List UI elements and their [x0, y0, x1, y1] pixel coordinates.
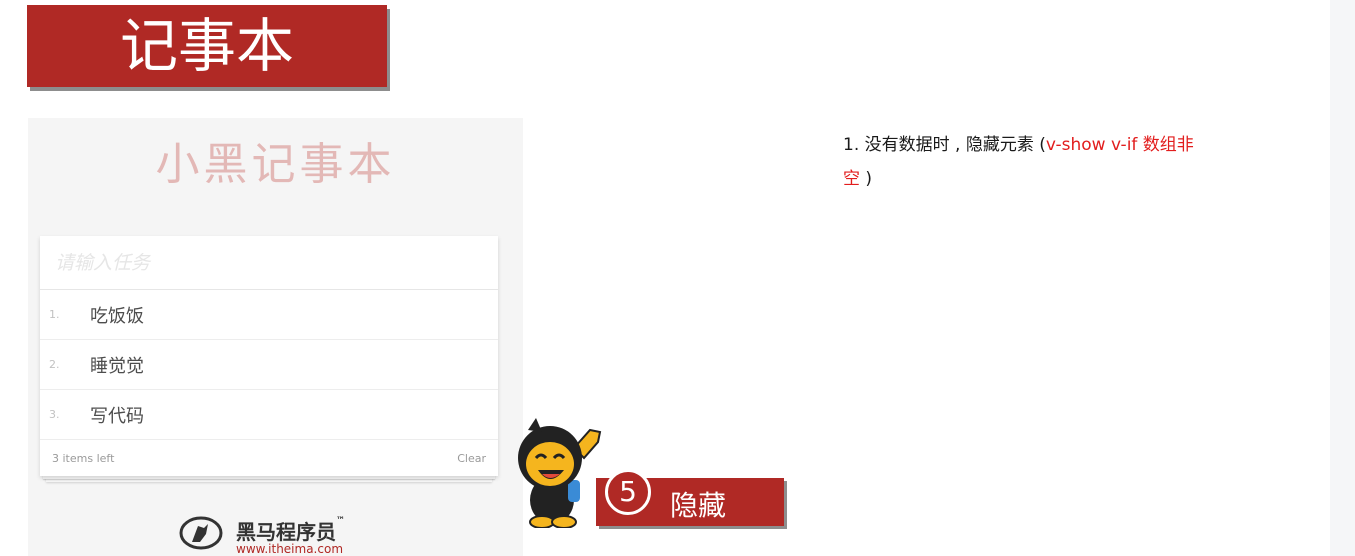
step-number-badge: 5 [605, 469, 651, 515]
note-highlight: v-show v-if 数组非 [1045, 135, 1194, 155]
todo-item[interactable]: 3. 写代码 [40, 390, 498, 440]
brand-horse-icon [179, 516, 223, 550]
todo-card: 1. 吃饭饭 2. 睡觉觉 3. 写代码 3 items left Clear [40, 236, 498, 476]
brand-name: 黑马程序员™ [236, 516, 345, 544]
right-scroll-gutter [1330, 0, 1355, 556]
note-suffix: ) [860, 169, 873, 189]
todo-footer: 3 items left Clear [40, 441, 498, 476]
items-left-count: 3 items left [52, 452, 115, 465]
new-task-input[interactable] [40, 236, 498, 290]
mascot-icon [518, 418, 602, 528]
note-prefix: 1. 没有数据时 , 隐藏元素 ( [843, 135, 1046, 155]
todo-index: 1. [49, 308, 60, 321]
todo-text: 写代码 [90, 405, 144, 427]
todo-item[interactable]: 1. 吃饭饭 [40, 290, 498, 340]
todo-item[interactable]: 2. 睡觉觉 [40, 340, 498, 390]
todo-index: 2. [49, 358, 60, 371]
clear-button[interactable]: Clear [457, 452, 486, 465]
brand-url: www.itheima.com [236, 542, 344, 556]
brand-logo: 黑马程序员™ www.itheima.com [178, 512, 378, 556]
app-heading: 小黑记事本 [155, 139, 396, 190]
todo-text: 睡觉觉 [90, 355, 144, 377]
todo-index: 3. [49, 408, 60, 421]
note-text: 1. 没有数据时 , 隐藏元素 (v-show v-if 数组非空 ) [843, 128, 1273, 196]
todo-app-screenshot: 小黑记事本 1. 吃饭饭 2. 睡觉觉 3. 写代码 3 items left … [28, 118, 523, 556]
todo-list: 1. 吃饭饭 2. 睡觉觉 3. 写代码 [40, 290, 498, 440]
note-highlight-2: 空 [843, 169, 860, 189]
page-title-banner: 记事本 [27, 5, 387, 87]
todo-text: 吃饭饭 [90, 305, 144, 327]
step-label: 隐藏 [670, 489, 727, 522]
